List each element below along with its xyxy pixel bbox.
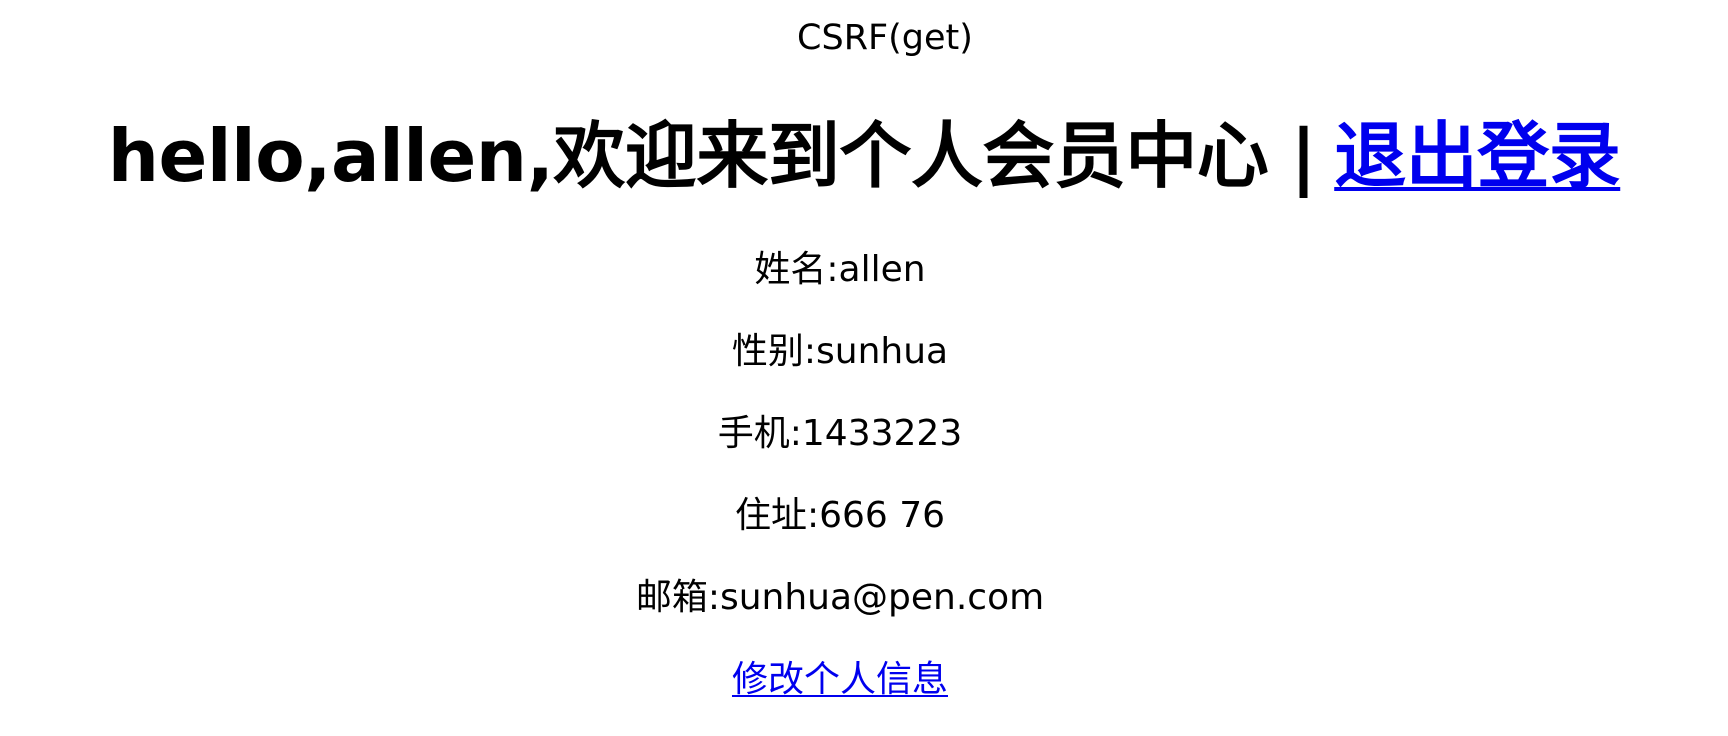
logout-link[interactable]: 退出登录 [1334, 114, 1621, 198]
welcome-heading: hello,allen,欢迎来到个人会员中心 | 退出登录 [0, 112, 1728, 200]
name-label: 姓名: [754, 249, 839, 290]
name-value: allen [838, 249, 926, 290]
profile-phone-row: 手机:1433223 [0, 412, 1680, 456]
profile-address-row: 住址:666 76 [0, 494, 1680, 538]
email-value: sunhua@pen.com [719, 577, 1045, 618]
email-label: 邮箱: [635, 577, 720, 618]
profile-name-row: 姓名:allen [0, 248, 1680, 292]
welcome-text: hello,allen,欢迎来到个人会员中心 [107, 114, 1269, 198]
address-label: 住址: [734, 495, 820, 536]
gender-label: 性别: [731, 331, 817, 372]
edit-profile-link[interactable]: 修改个人信息 [732, 659, 948, 700]
page-title: CSRF(get) [797, 18, 973, 58]
profile-gender-row: 性别:sunhua [0, 330, 1680, 374]
phone-value: 1433223 [801, 413, 963, 454]
address-value: 666 76 [819, 495, 946, 536]
gender-value: sunhua [816, 331, 949, 372]
phone-label: 手机: [717, 413, 802, 454]
page: CSRF(get) hello,allen,欢迎来到个人会员中心 | 退出登录 姓名… [0, 0, 1728, 736]
profile-email-row: 邮箱:sunhua@pen.com [0, 576, 1680, 620]
welcome-separator: | [1290, 114, 1317, 198]
edit-profile-row: 修改个人信息 [0, 658, 1680, 702]
